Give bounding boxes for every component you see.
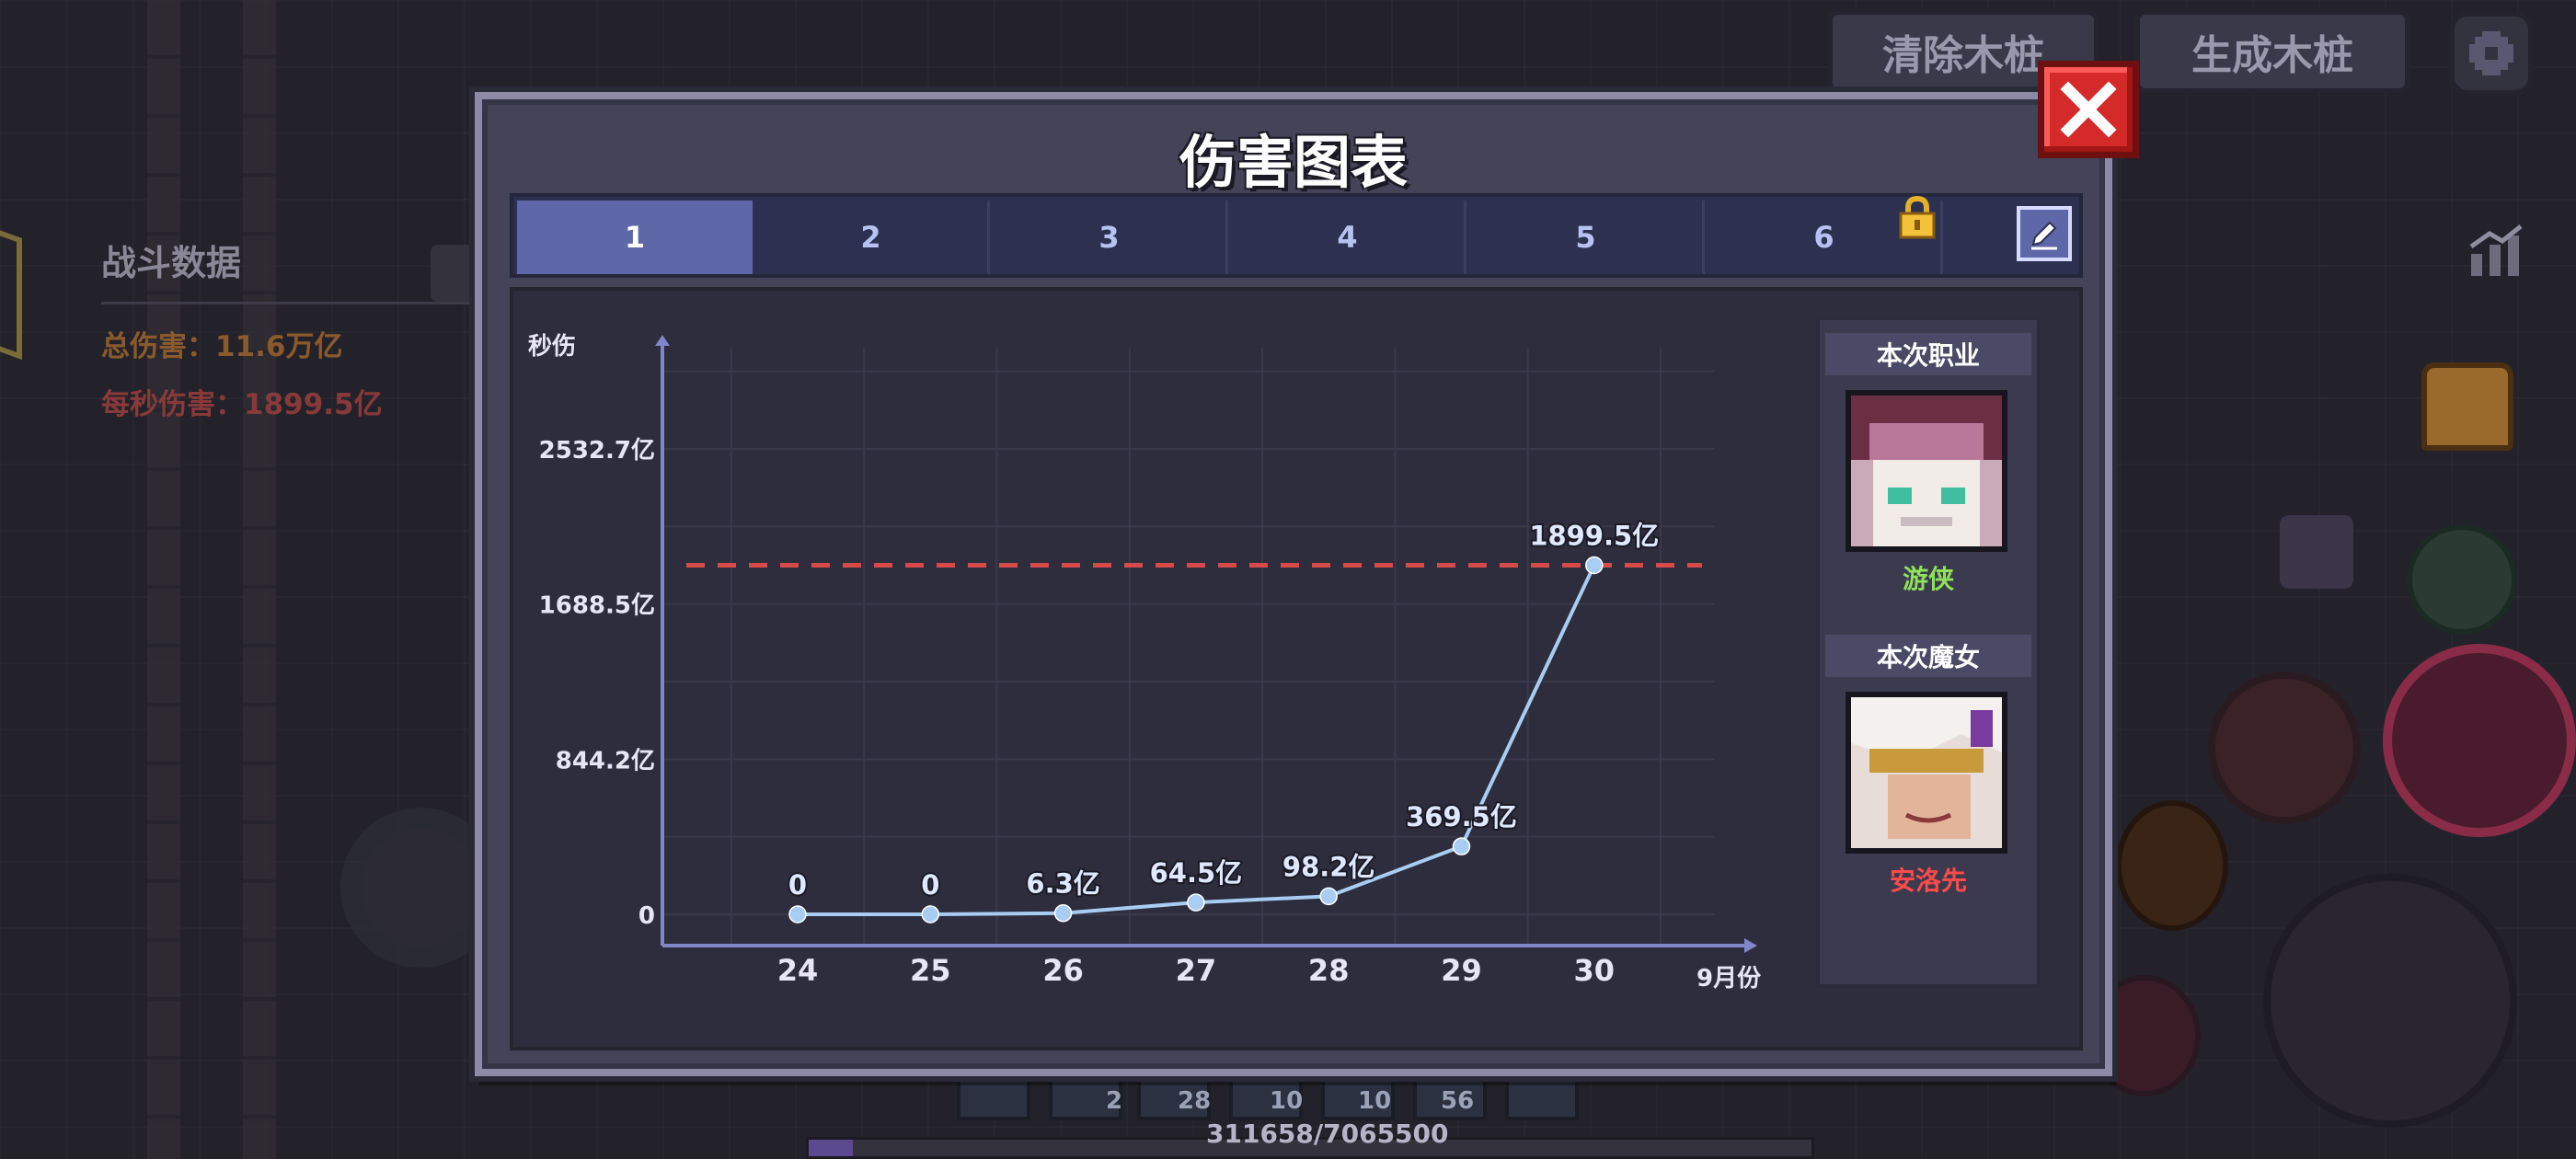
y-axis-arrow	[655, 335, 670, 346]
battle-data-panel: 战斗数据 总伤害：11.6万亿 每秒伤害：1899.5亿	[101, 235, 488, 439]
x-tick-label: 24	[777, 953, 819, 988]
close-button[interactable]	[2038, 61, 2139, 158]
stats-chart-icon[interactable]	[2466, 221, 2526, 281]
dialog-title: 伤害图表	[1179, 129, 1408, 196]
x-tick-label: 25	[910, 953, 951, 988]
battle-data-title: 战斗数据	[101, 243, 242, 283]
tab-3[interactable]: 3	[993, 201, 1228, 274]
tab-2[interactable]: 2	[754, 201, 990, 274]
dps-text: 每秒伤害：1899.5亿	[101, 388, 383, 421]
hotbar-count: 10	[1358, 1087, 1392, 1115]
data-point	[1053, 903, 1073, 923]
hotbar-count: 28	[1178, 1087, 1212, 1115]
data-point	[921, 905, 940, 924]
skill-button[interactable]	[2407, 524, 2517, 635]
witch-portrait[interactable]	[1846, 692, 2007, 854]
chart-tab-strip: 1 2 3 4 5 6	[510, 193, 2083, 278]
data-point	[788, 905, 807, 924]
data-point	[1452, 837, 1471, 855]
y-tick-label: 1688.5亿	[539, 592, 655, 620]
movement-joystick[interactable]	[361, 828, 480, 947]
data-label: 369.5亿	[1406, 801, 1517, 832]
pencil-icon	[2031, 221, 2057, 250]
class-portrait[interactable]	[1846, 390, 2007, 552]
hotbar-count: 2	[1106, 1087, 1123, 1115]
wall-column	[243, 0, 276, 1159]
wall-column	[147, 0, 180, 1159]
tab-4[interactable]: 4	[1231, 201, 1466, 274]
gear-icon	[2469, 31, 2513, 75]
data-label: 98.2亿	[1282, 851, 1375, 882]
witch-name: 安洛先	[1889, 866, 1967, 896]
data-point	[1187, 893, 1205, 912]
crown-icon[interactable]	[2280, 515, 2353, 589]
tab-1[interactable]: 1	[517, 201, 753, 274]
y-tick-label: 0	[638, 902, 655, 930]
class-name: 游侠	[1902, 564, 1954, 594]
data-label: 1899.5亿	[1529, 521, 1659, 552]
hotbar-count: 56	[1441, 1087, 1475, 1115]
experience-text: 311658/7065500	[1206, 1119, 1449, 1149]
x-tick-label: 29	[1441, 953, 1482, 988]
hotbar-count: 10	[1270, 1087, 1304, 1115]
close-icon	[2060, 81, 2117, 138]
tab-5[interactable]: 5	[1469, 201, 1705, 274]
battle-data-tab[interactable]	[431, 245, 475, 302]
divider	[101, 302, 469, 304]
data-label: 6.3亿	[1026, 868, 1099, 900]
settings-button[interactable]	[2449, 11, 2534, 96]
y-axis-label: 秒伤	[528, 333, 576, 361]
y-tick-label: 844.2亿	[556, 747, 655, 775]
left-edge-marker	[0, 221, 22, 361]
chart-axes: 0 844.2亿 1688.5亿 2532.7亿 24 25 26 27 28 29 30	[539, 335, 1757, 988]
experience-fill	[809, 1140, 853, 1156]
x-tick-label: 30	[1574, 953, 1616, 988]
x-axis-label: 9月份	[1696, 965, 1761, 993]
edit-button[interactable]	[2017, 206, 2072, 261]
x-tick-label: 28	[1308, 953, 1350, 988]
x-axis-arrow	[1744, 938, 1757, 953]
witch-header: 本次魔女	[1825, 635, 2031, 677]
ultimate-skill-button[interactable]	[2383, 644, 2576, 837]
data-label: 0	[921, 869, 939, 901]
x-tick-label: 26	[1042, 953, 1084, 988]
skill-button[interactable]	[2208, 671, 2361, 824]
lock-icon	[1895, 195, 1939, 239]
y-tick-label: 2532.7亿	[539, 437, 655, 465]
x-tick-label: 27	[1176, 953, 1217, 988]
data-point	[1585, 556, 1604, 575]
treasure-chest-icon[interactable]	[2421, 362, 2513, 451]
class-header: 本次职业	[1825, 333, 2031, 375]
data-label: 0	[788, 869, 807, 901]
skill-button[interactable]	[2116, 800, 2228, 931]
total-damage-text: 总伤害：11.6万亿	[101, 330, 343, 363]
data-label: 64.5亿	[1150, 857, 1243, 889]
attack-button[interactable]	[2263, 874, 2517, 1128]
data-point	[1319, 887, 1338, 906]
spawn-stakes-button[interactable]: 生成木桩	[2134, 9, 2410, 94]
damage-line-chart: 0 844.2亿 1688.5亿 2532.7亿 24 25 26 27 28 29 30 0 0 6.…	[528, 333, 1761, 993]
